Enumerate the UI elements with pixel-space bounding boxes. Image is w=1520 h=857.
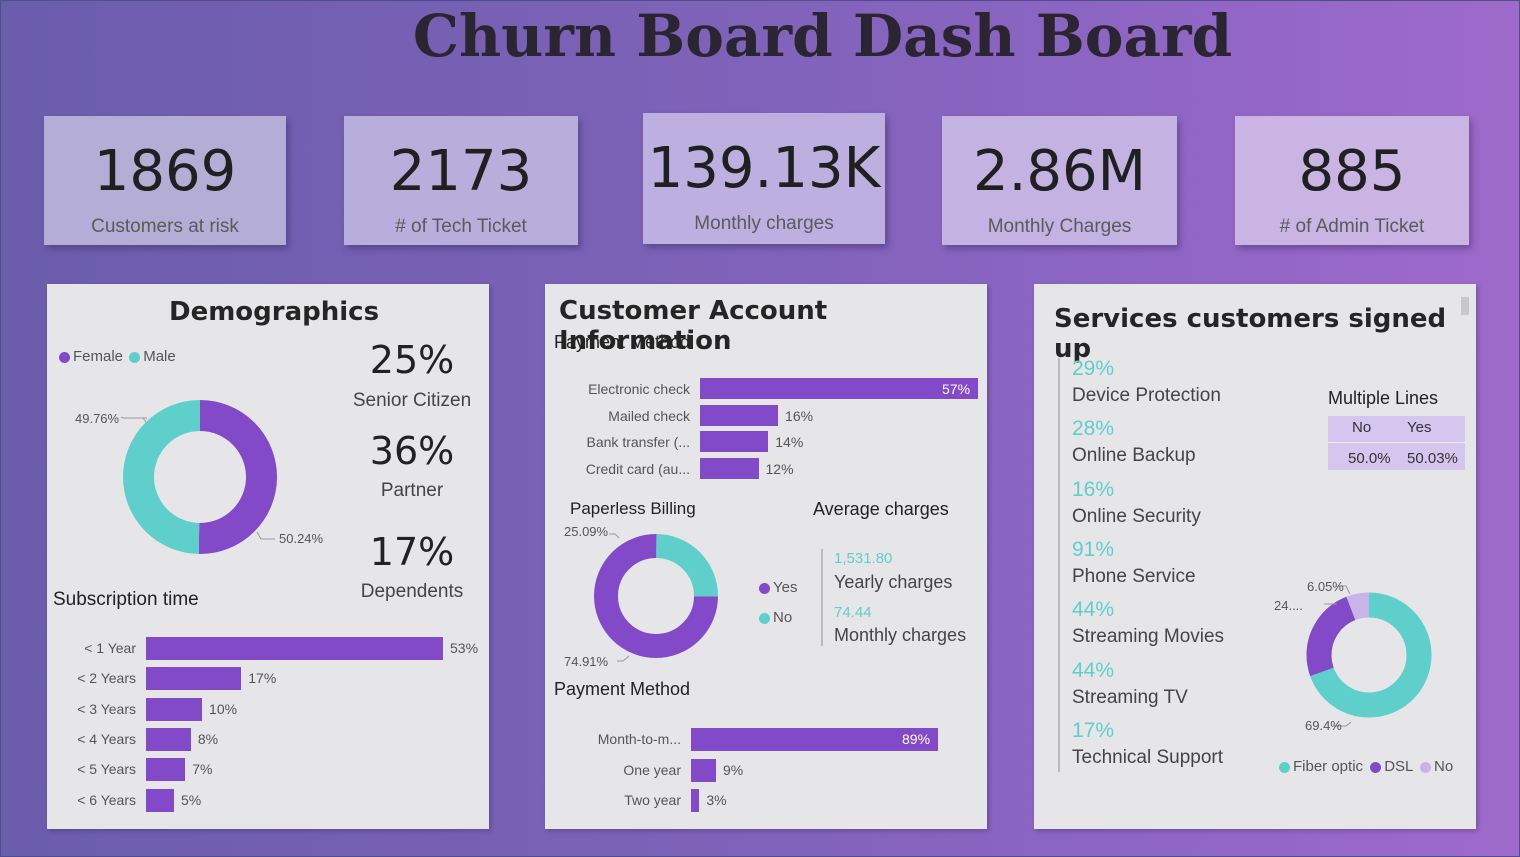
internet-dsl-label: 24.... (1274, 598, 1303, 613)
kpi-label: Monthly charges (694, 213, 834, 234)
bar[interactable] (146, 637, 443, 660)
service-label: Streaming Movies (1072, 626, 1225, 648)
kpi-label: # of Admin Ticket (1279, 216, 1425, 237)
kpi-value: 885 (1298, 139, 1406, 204)
bar[interactable] (691, 789, 700, 812)
internet-fiber-label: 69.4% (1305, 718, 1342, 733)
kpi-card-tech-ticket[interactable]: 2173 # of Tech Ticket (344, 116, 578, 245)
bar-value-label: 9% (722, 761, 744, 778)
kpi-card-monthly-charges-total[interactable]: 2.86M Monthly Charges (942, 116, 1177, 245)
bar-value-label: 8% (197, 730, 219, 747)
subscription-time-chart[interactable]: < 1 Year 53% < 2 Years 17% < 3 Years 10% < 4 Y… (47, 284, 489, 829)
bar-category-label: < 4 Years (77, 730, 136, 747)
bar[interactable] (691, 728, 938, 751)
service-pct: 28% (1072, 417, 1115, 441)
internet-legend: Fiber optic DSL No (1279, 758, 1453, 775)
bar[interactable] (146, 788, 175, 812)
bar[interactable] (146, 727, 191, 751)
bar-value-label: 10% (209, 700, 238, 717)
service-label: Technical Support (1072, 746, 1224, 768)
legend-item-fiber[interactable]: Fiber optic (1279, 758, 1363, 775)
service-label: Device Protection (1072, 385, 1221, 406)
bar-value-label: 3% (706, 792, 727, 808)
bar-value-label: 53% (450, 640, 479, 656)
service-label: Online Security (1072, 505, 1201, 527)
legend-item-no[interactable]: No (1417, 758, 1453, 775)
bar-value-label: 89% (902, 731, 931, 747)
bar-category-label: < 1 Year (84, 640, 136, 656)
kpi-value: 2.86M (972, 139, 1146, 204)
service-pct: 29% (1072, 357, 1115, 380)
internet-no-label: 6.05% (1307, 579, 1344, 594)
bar-value-label: 7% (192, 761, 213, 778)
service-label: Streaming TV (1072, 686, 1188, 708)
bar-value-label: 17% (248, 670, 277, 687)
kpi-value: 139.13K (647, 136, 881, 201)
services-panel: Services customers signed up Multiple Li… (1034, 284, 1476, 829)
kpi-label: Customers at risk (91, 216, 239, 237)
service-pct: 44% (1072, 658, 1115, 682)
bar-category-label: Two year (624, 792, 681, 808)
contract-chart[interactable]: Month-to-m... 89% One year 9% Two year 3% (545, 284, 987, 829)
bar[interactable] (146, 697, 203, 721)
page-title: Churn Board Dash Board (412, 2, 1233, 70)
service-label: Online Backup (1072, 445, 1196, 467)
bar[interactable] (146, 667, 242, 691)
kpi-card-admin-ticket[interactable]: 885 # of Admin Ticket (1235, 116, 1469, 245)
service-label: Phone Service (1072, 565, 1196, 587)
kpi-label: # of Tech Ticket (395, 216, 527, 237)
kpi-value: 1869 (93, 139, 237, 204)
bar-category-label: < 6 Years (77, 791, 136, 808)
kpi-card-customers-at-risk[interactable]: 1869 Customers at risk (44, 116, 286, 245)
legend-dot-icon (1279, 761, 1290, 773)
legend-item-dsl[interactable]: DSL (1367, 758, 1413, 775)
kpi-label: Monthly Charges (987, 216, 1132, 237)
kpi-value: 2173 (389, 139, 533, 204)
bar-category-label: One year (623, 761, 681, 778)
bar-category-label: < 3 Years (77, 700, 136, 717)
service-pct: 17% (1072, 718, 1115, 742)
kpi-card-monthly-charges[interactable]: 139.13K Monthly charges (643, 113, 885, 244)
bar-category-label: < 2 Years (77, 670, 136, 687)
legend-label: Fiber optic (1293, 758, 1364, 775)
bar-category-label: < 5 Years (77, 761, 136, 778)
bar[interactable] (146, 758, 186, 782)
legend-label: No (1434, 758, 1454, 775)
demographics-panel: Demographics Female Male 49.76% 50.24% 2… (47, 284, 489, 829)
legend-label: DSL (1384, 758, 1413, 775)
service-pct: 16% (1072, 477, 1115, 501)
bar[interactable] (691, 758, 716, 782)
service-pct: 44% (1072, 598, 1115, 622)
account-panel: Customer Account Information Payment Met… (545, 284, 987, 829)
legend-dot-icon (1420, 761, 1431, 773)
bar-category-label: Month-to-m... (597, 731, 681, 747)
service-pct: 91% (1072, 537, 1115, 561)
legend-dot-icon (1370, 761, 1382, 773)
bar-value-label: 5% (181, 791, 202, 808)
